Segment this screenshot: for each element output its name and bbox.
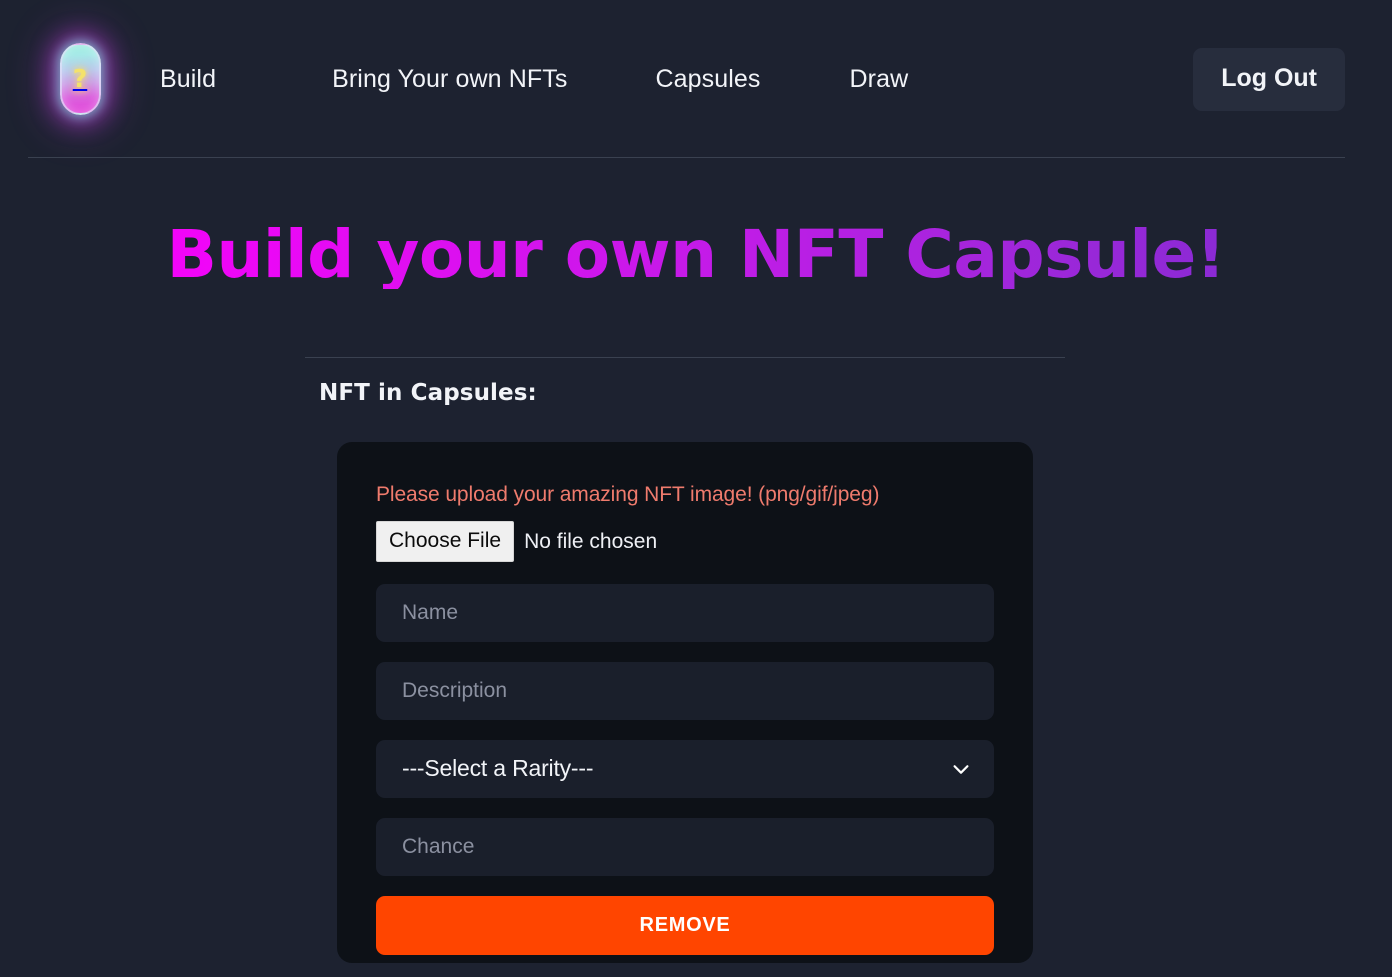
upload-instruction-label: Please upload your amazing NFT image! (p… bbox=[376, 483, 880, 507]
nav-item-draw[interactable]: Draw bbox=[849, 65, 908, 94]
section-heading-nft-in-capsules: NFT in Capsules: bbox=[319, 380, 537, 407]
page-title: Build your own NFT Capsule! bbox=[0, 220, 1392, 290]
file-input-row: Choose File No file chosen bbox=[376, 521, 994, 562]
main-navigation: Build Bring Your own NFTs Capsules Draw bbox=[160, 65, 1193, 94]
remove-nft-button[interactable]: REMOVE bbox=[376, 895, 994, 955]
brand-logo-link[interactable]: ? bbox=[52, 43, 108, 115]
logout-button[interactable]: Log Out bbox=[1193, 47, 1345, 111]
nft-name-input[interactable] bbox=[376, 583, 994, 642]
rarity-select-value: ---Select a Rarity--- bbox=[402, 755, 594, 782]
header-divider bbox=[28, 157, 1345, 158]
main-content: Build your own NFT Capsule! NFT in Capsu… bbox=[0, 220, 1392, 964]
nft-section: NFT in Capsules: bbox=[305, 357, 1065, 406]
section-divider bbox=[305, 357, 1065, 359]
nft-description-input[interactable] bbox=[376, 661, 994, 720]
nav-item-capsules[interactable]: Capsules bbox=[655, 65, 760, 94]
rarity-select[interactable]: ---Select a Rarity--- bbox=[376, 739, 994, 798]
chevron-down-icon bbox=[950, 758, 972, 780]
capsule-question-symbol: ? bbox=[72, 63, 88, 93]
nav-item-bring-your-own-nfts[interactable]: Bring Your own NFTs bbox=[332, 65, 567, 94]
nav-item-build[interactable]: Build bbox=[160, 65, 216, 94]
site-header: ? Build Bring Your own NFTs Capsules Dra… bbox=[0, 0, 1392, 158]
capsule-question-icon: ? bbox=[59, 43, 101, 115]
nft-entry-card: Please upload your amazing NFT image! (p… bbox=[337, 442, 1033, 964]
nft-chance-input[interactable] bbox=[376, 817, 994, 876]
file-status-text: No file chosen bbox=[524, 529, 658, 553]
choose-file-button[interactable]: Choose File bbox=[376, 521, 515, 562]
